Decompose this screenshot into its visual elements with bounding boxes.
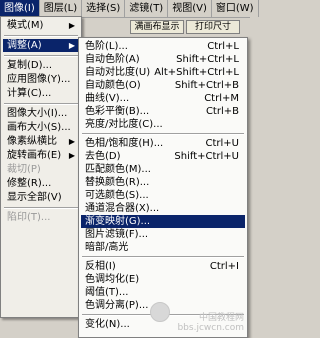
menu-item-label: 暗部/高光: [85, 242, 129, 253]
menu-item[interactable]: 图片滤镜(F)...: [81, 228, 245, 241]
menu-item-label: 旋转画布(E): [7, 150, 62, 161]
menu-item-label: 可选颜色(S)...: [85, 190, 149, 201]
menu-item-label: 自动色阶(A): [85, 54, 140, 65]
menu-item[interactable]: 替换颜色(R)...: [81, 176, 245, 189]
fit-screen-button[interactable]: 满画布显示: [130, 20, 184, 34]
menu-item[interactable]: 去色(D) Shift+Ctrl+U: [81, 150, 245, 163]
menu-item-label: 应用图像(Y)...: [7, 74, 71, 85]
submenu-arrow-icon: ▶: [68, 137, 75, 146]
menu-item-shortcut: Shift+Ctrl+U: [174, 151, 239, 162]
menu-item-label: 色调分离(P)...: [85, 300, 149, 311]
menu-item-label: 图片滤镜(F)...: [85, 229, 149, 240]
adjustments-submenu: 色阶(L)... Ctrl+L 自动色阶(A) Shift+Ctrl+L 自动对比度(U…: [78, 37, 248, 338]
menubar-item[interactable]: 图层(L): [40, 0, 83, 17]
menu-item-shortcut: Ctrl+U: [205, 138, 240, 149]
menu-item-label: 裁切(P): [7, 164, 41, 175]
menu-item-label: 去色(D): [85, 151, 121, 162]
menu-item-label: 像素纵横比: [7, 136, 57, 147]
menu-item-label: 自动对比度(U): [85, 67, 151, 78]
menubar-item[interactable]: 视图(V): [168, 0, 212, 17]
watermark-logo-icon: [150, 302, 170, 322]
menu-item[interactable]: 调整(A) ▶: [3, 39, 79, 52]
menu-item[interactable]: 自动颜色(O) Shift+Ctrl+B: [81, 79, 245, 92]
menu-item[interactable]: 自动对比度(U) Alt+Shift+Ctrl+L: [81, 66, 245, 79]
menu-item-label: 色相/饱和度(H)...: [85, 138, 164, 149]
menu-item-label: 匹配颜色(M)...: [85, 164, 151, 175]
menu-item[interactable]: 色阶(L)... Ctrl+L: [81, 40, 245, 53]
menu-item[interactable]: 模式(M) ▶: [3, 19, 79, 32]
watermark: 中国教程网 bbs.jcwcn.com: [177, 313, 244, 333]
menu-item[interactable]: 显示全部(V): [3, 191, 79, 204]
watermark-line2: bbs.jcwcn.com: [177, 323, 244, 333]
menu-item[interactable]: 自动色阶(A) Shift+Ctrl+L: [81, 53, 245, 66]
menu-separator: [82, 256, 244, 258]
menu-item-label: 修整(R)...: [7, 178, 52, 189]
menu-item-label: 自动颜色(O): [85, 80, 141, 91]
menu-item[interactable]: 计算(C)...: [3, 87, 79, 100]
menubar-item[interactable]: 滤镜(T): [125, 0, 169, 17]
menu-separator: [4, 103, 78, 105]
menu-item-shortcut: Ctrl+L: [207, 41, 239, 52]
menu-item-shortcut: Ctrl+B: [205, 106, 239, 117]
menu-item[interactable]: 匹配颜色(M)...: [81, 163, 245, 176]
submenu-arrow-icon: ▶: [68, 151, 75, 160]
menu-item[interactable]: 暗部/高光: [81, 241, 245, 254]
menu-item-label: 变化(N)...: [85, 319, 130, 330]
menu-item[interactable]: 色调均化(E): [81, 273, 245, 286]
menu-item-shortcut: Ctrl+M: [204, 93, 239, 104]
menu-item-label: 模式(M): [7, 20, 44, 31]
menu-separator: [4, 35, 78, 37]
menu-item-label: 调整(A): [7, 40, 42, 51]
menu-item-label: 计算(C)...: [7, 88, 52, 99]
menu-item[interactable]: 应用图像(Y)...: [3, 73, 79, 86]
menu-item[interactable]: 曲线(V)... Ctrl+M: [81, 92, 245, 105]
menu-item-label: 通道混合器(X)...: [85, 203, 160, 214]
menu-item-label: 色调均化(E): [85, 274, 140, 285]
menubar-item[interactable]: 窗口(W): [212, 0, 259, 17]
menu-item-shortcut: Ctrl+I: [209, 261, 239, 272]
menubar-item[interactable]: 选择(S): [82, 0, 126, 17]
menu-item[interactable]: 图像大小(I)...: [3, 107, 79, 120]
menu-item-shortcut: Alt+Shift+Ctrl+L: [154, 67, 239, 78]
menu-item-label: 复制(D)...: [7, 60, 53, 71]
submenu-arrow-icon: ▶: [68, 41, 75, 50]
menu-item-label: 色彩平衡(B)...: [85, 106, 150, 117]
menu-separator: [4, 55, 78, 57]
menu-item[interactable]: 通道混合器(X)...: [81, 202, 245, 215]
menu-item-label: 阈值(T)...: [85, 287, 129, 298]
menu-item-label: 画布大小(S)...: [7, 122, 71, 133]
menu-item-shortcut: Shift+Ctrl+L: [176, 54, 239, 65]
menu-item[interactable]: 亮度/对比度(C)...: [81, 118, 245, 131]
watermark-line1: 中国教程网: [198, 313, 244, 323]
menu-separator: [4, 207, 78, 209]
menu-item-label: 替换颜色(R)...: [85, 177, 150, 188]
menu-item-label: 显示全部(V): [7, 192, 62, 203]
menu-item[interactable]: 复制(D)...: [3, 59, 79, 72]
menu-item-shortcut: Shift+Ctrl+B: [174, 80, 239, 91]
menu-item[interactable]: 阈值(T)...: [81, 286, 245, 299]
submenu-arrow-icon: ▶: [68, 21, 75, 30]
print-size-button[interactable]: 打印尺寸: [186, 20, 240, 34]
menu-item[interactable]: 像素纵横比 ▶: [3, 135, 79, 148]
menu-item[interactable]: 画布大小(S)...: [3, 121, 79, 134]
menu-item-label: 亮度/对比度(C)...: [85, 119, 163, 130]
menu-item[interactable]: 渐变映射(G)...: [81, 215, 245, 228]
image-menu-dropdown: 模式(M) ▶ 调整(A) ▶ 复制(D)... 应用图像(Y)... 计算(C)... 图像…: [0, 16, 82, 318]
menu-item[interactable]: 色彩平衡(B)... Ctrl+B: [81, 105, 245, 118]
menu-item-label: 反相(I): [85, 261, 116, 272]
menu-item[interactable]: 反相(I) Ctrl+I: [81, 260, 245, 273]
menu-item-label: 图像大小(I)...: [7, 108, 68, 119]
menu-item-label: 曲线(V)...: [85, 93, 130, 104]
menu-item: 陷印(T)...: [3, 211, 79, 224]
menu-item[interactable]: 可选颜色(S)...: [81, 189, 245, 202]
menu-item-label: 陷印(T)...: [7, 212, 51, 223]
menu-item[interactable]: 修整(R)...: [3, 177, 79, 190]
menubar-item[interactable]: 图像(I): [0, 0, 40, 17]
menu-item-label: 色阶(L)...: [85, 41, 128, 52]
menu-separator: [82, 133, 244, 135]
menu-item-label: 渐变映射(G)...: [85, 216, 151, 227]
menu-item[interactable]: 色相/饱和度(H)... Ctrl+U: [81, 137, 245, 150]
menu-item[interactable]: 旋转画布(E) ▶: [3, 149, 79, 162]
menu-item: 裁切(P): [3, 163, 79, 176]
